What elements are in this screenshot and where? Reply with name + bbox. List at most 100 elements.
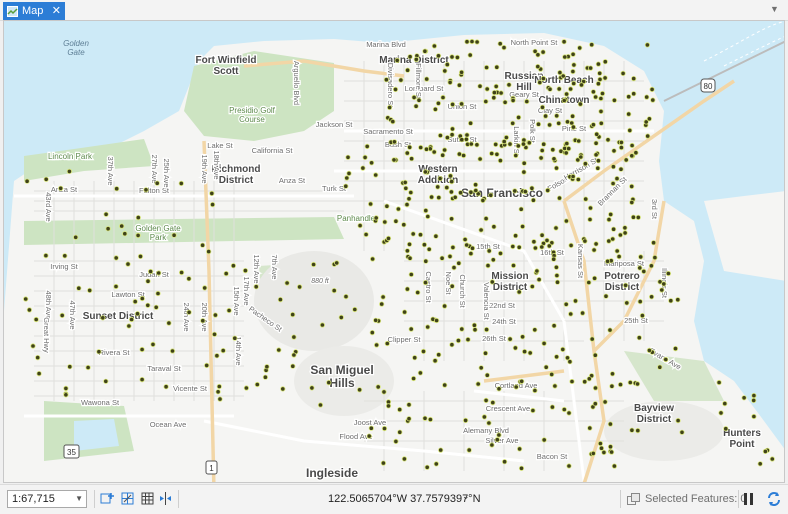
feature-point[interactable] xyxy=(561,39,567,45)
feature-point[interactable] xyxy=(552,383,558,389)
feature-point[interactable] xyxy=(516,289,522,295)
feature-point[interactable] xyxy=(622,230,628,236)
tab-map[interactable]: Map ✕ xyxy=(3,2,65,20)
feature-point[interactable] xyxy=(636,335,642,341)
feature-point[interactable] xyxy=(563,301,569,307)
feature-point[interactable] xyxy=(519,378,525,384)
feature-point[interactable] xyxy=(650,240,657,246)
feature-point[interactable] xyxy=(264,364,270,370)
feature-point[interactable] xyxy=(143,187,149,193)
feature-point[interactable] xyxy=(569,378,575,385)
feature-point[interactable] xyxy=(537,79,543,86)
feature-point[interactable] xyxy=(718,410,724,416)
feature-point[interactable] xyxy=(567,359,573,365)
feature-point[interactable] xyxy=(593,241,599,247)
feature-point[interactable] xyxy=(469,38,475,45)
feature-point[interactable] xyxy=(178,180,184,186)
feature-point[interactable] xyxy=(331,287,337,294)
feature-point[interactable] xyxy=(404,202,410,208)
feature-point[interactable] xyxy=(620,70,626,77)
feature-point[interactable] xyxy=(539,147,545,154)
map-view[interactable]: 80 35 1 GoldenGateFort WinfieldScottMari… xyxy=(3,20,785,483)
feature-point[interactable] xyxy=(418,144,424,151)
feature-point[interactable] xyxy=(422,279,429,286)
feature-point[interactable] xyxy=(319,322,325,328)
feature-point[interactable] xyxy=(442,68,448,74)
chevron-down-icon[interactable]: ▼ xyxy=(75,491,83,507)
feature-point[interactable] xyxy=(544,237,550,243)
feature-point[interactable] xyxy=(622,282,629,288)
feature-point[interactable] xyxy=(510,243,516,250)
feature-point[interactable] xyxy=(35,354,41,361)
feature-point[interactable] xyxy=(623,157,629,163)
feature-point[interactable] xyxy=(385,235,392,241)
feature-point[interactable] xyxy=(512,345,518,351)
feature-point[interactable] xyxy=(610,164,617,170)
grid-snap-icon[interactable] xyxy=(120,491,135,506)
feature-point[interactable] xyxy=(433,461,439,467)
feature-point[interactable] xyxy=(661,281,667,287)
feature-point[interactable] xyxy=(496,432,502,438)
feature-point[interactable] xyxy=(659,287,665,293)
feature-point[interactable] xyxy=(139,295,145,302)
feature-point[interactable] xyxy=(431,149,437,155)
feature-point[interactable] xyxy=(216,383,222,390)
feature-point[interactable] xyxy=(447,173,454,179)
feature-point[interactable] xyxy=(415,289,421,296)
feature-point[interactable] xyxy=(553,225,559,231)
feature-point[interactable] xyxy=(346,170,352,176)
feature-point[interactable] xyxy=(392,86,399,93)
feature-point[interactable] xyxy=(519,334,526,340)
feature-point[interactable] xyxy=(154,180,160,186)
chevron-down-icon[interactable]: ⌄ xyxy=(462,491,470,502)
feature-point[interactable] xyxy=(516,244,522,250)
feature-point[interactable] xyxy=(137,253,144,259)
feature-point[interactable] xyxy=(407,144,413,150)
feature-point[interactable] xyxy=(563,91,570,97)
feature-point[interactable] xyxy=(381,425,388,432)
feature-point[interactable] xyxy=(223,271,229,277)
feature-point[interactable] xyxy=(129,316,135,323)
feature-point[interactable] xyxy=(373,215,379,221)
feature-point[interactable] xyxy=(598,95,604,102)
feature-point[interactable] xyxy=(436,352,442,358)
feature-point[interactable] xyxy=(156,270,162,276)
feature-point[interactable] xyxy=(496,386,502,392)
feature-point[interactable] xyxy=(406,196,412,202)
feature-point[interactable] xyxy=(597,76,603,83)
feature-point[interactable] xyxy=(435,100,441,106)
feature-point[interactable] xyxy=(209,190,215,196)
feature-point[interactable] xyxy=(527,350,533,356)
feature-point[interactable] xyxy=(407,54,413,60)
feature-point[interactable] xyxy=(515,114,522,121)
feature-point[interactable] xyxy=(498,90,504,96)
feature-point[interactable] xyxy=(578,82,585,88)
feature-point[interactable] xyxy=(345,154,351,160)
feature-point[interactable] xyxy=(650,97,656,103)
feature-point[interactable] xyxy=(539,104,546,110)
feature-point[interactable] xyxy=(482,350,489,356)
feature-point[interactable] xyxy=(475,381,481,387)
feature-point[interactable] xyxy=(435,184,441,190)
feature-point[interactable] xyxy=(520,141,527,147)
feature-point[interactable] xyxy=(582,379,588,385)
feature-point[interactable] xyxy=(468,189,474,195)
feature-point[interactable] xyxy=(447,79,453,86)
feature-point[interactable] xyxy=(364,143,370,150)
feature-point[interactable] xyxy=(629,199,635,205)
feature-point[interactable] xyxy=(66,168,73,174)
feature-point[interactable] xyxy=(395,206,401,212)
feature-point[interactable] xyxy=(634,381,641,387)
feature-point[interactable] xyxy=(610,180,616,187)
feature-point[interactable] xyxy=(483,98,489,105)
feature-point[interactable] xyxy=(23,296,29,302)
feature-point[interactable] xyxy=(521,160,527,166)
feature-point[interactable] xyxy=(210,202,216,208)
feature-point[interactable] xyxy=(493,141,499,148)
feature-point[interactable] xyxy=(622,225,628,231)
feature-point[interactable] xyxy=(408,189,414,196)
feature-point[interactable] xyxy=(644,94,650,100)
feature-point[interactable] xyxy=(380,460,386,466)
feature-point[interactable] xyxy=(373,342,380,348)
feature-point[interactable] xyxy=(211,331,218,337)
